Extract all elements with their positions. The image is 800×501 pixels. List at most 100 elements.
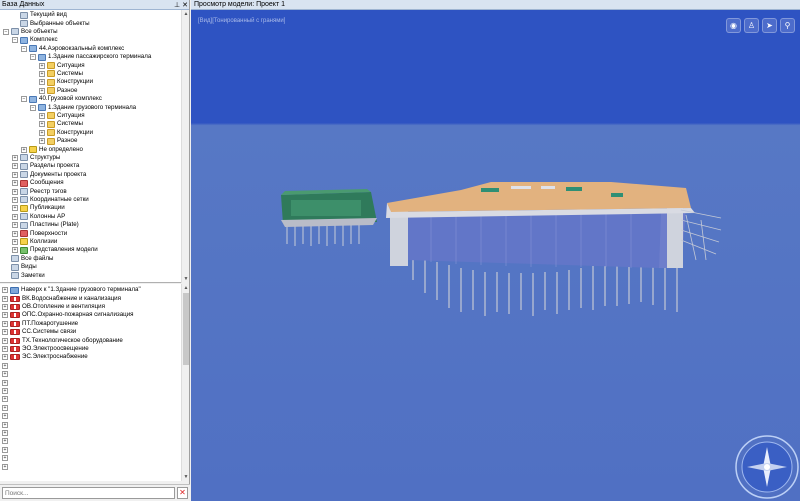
list-item[interactable]: + Наверх к "1.Здание грузового терминала" [2,286,141,294]
expand-icon[interactable]: + [2,455,8,462]
expand-icon[interactable]: + [39,112,45,119]
expand-icon[interactable]: + [2,421,8,428]
collapse-icon[interactable]: − [12,37,18,44]
3d-viewport[interactable]: [Вид][Тонированный с гранями] ◉ ♙ ➤ ⚲ [191,10,800,501]
tree-item[interactable]: Текущий вид [12,11,67,19]
expand-icon[interactable]: + [12,222,18,229]
tree-item[interactable]: − Все объекты [3,28,58,36]
tree-item[interactable]: + Сообщения [12,179,64,187]
empty-list-row[interactable]: + [2,454,10,462]
tree-item[interactable]: Все файлы [3,255,53,263]
empty-list-row[interactable]: + [2,420,10,428]
expand-icon[interactable]: + [2,371,8,378]
scroll-down-icon[interactable]: ▼ [182,275,190,283]
expand-icon[interactable]: + [2,446,8,453]
tree-item[interactable]: Виды [3,263,37,271]
expand-icon[interactable]: + [2,387,8,394]
expand-icon[interactable]: + [12,238,18,245]
tree-item[interactable]: + Структуры [12,154,60,162]
expand-icon[interactable]: + [2,287,8,294]
expand-icon[interactable]: + [12,180,18,187]
tree-item[interactable]: + Не определено [21,145,83,154]
expand-icon[interactable]: + [2,337,8,344]
expand-icon[interactable]: + [2,438,8,445]
expand-icon[interactable]: + [2,379,8,386]
tree-item[interactable]: + Пластины (Plate) [12,221,79,229]
tree-item[interactable]: + Системы [39,120,83,128]
expand-icon[interactable]: + [2,329,8,336]
expand-icon[interactable]: + [12,163,18,170]
empty-list-row[interactable]: + [2,462,10,470]
collapse-icon[interactable]: − [30,54,36,61]
empty-list-row[interactable]: + [2,429,10,437]
collapse-icon[interactable]: − [21,96,27,103]
expand-icon[interactable]: + [2,320,8,327]
list-item[interactable]: + ЭС.Электроснабжение [2,353,88,361]
search-input[interactable] [2,487,175,499]
expand-icon[interactable]: + [2,404,8,411]
pin-icon[interactable]: ⊥ [173,1,181,9]
tree-item[interactable]: + Системы [39,70,83,78]
clear-search-icon[interactable]: ✕ [177,487,188,499]
tree-item[interactable]: + Коллизии [12,238,57,246]
expand-icon[interactable]: + [39,87,45,94]
list-item[interactable]: + ЭО.Электроосвещение [2,345,89,353]
tree-item[interactable]: + Публикации [12,204,65,212]
empty-list-row[interactable]: + [2,387,10,395]
expand-icon[interactable]: + [12,196,18,203]
list-item[interactable]: + ВК.Водоснабжение и канализация [2,294,121,302]
tree-item[interactable]: + Разное [39,137,77,145]
expand-icon[interactable]: + [12,213,18,220]
expand-icon[interactable]: + [2,362,8,369]
expand-icon[interactable]: + [2,396,8,403]
expand-icon[interactable]: + [39,62,45,69]
expand-icon[interactable]: + [39,129,45,136]
passenger-terminal-model[interactable] [386,182,722,316]
expand-icon[interactable]: + [39,79,45,86]
expand-icon[interactable]: + [12,205,18,212]
close-icon[interactable]: ✕ [181,1,189,9]
empty-list-row[interactable]: + [2,378,10,386]
tree-item[interactable]: Выбранные объекты [12,19,90,28]
model-scene[interactable] [191,10,800,501]
expand-icon[interactable]: + [12,171,18,178]
cargo-terminal-model[interactable] [281,189,377,246]
empty-list-row[interactable]: + [2,362,10,370]
expand-icon[interactable]: + [12,154,18,161]
tree-item[interactable]: + Реестр тэгов [12,187,67,196]
tree-item[interactable]: + Конструкции [39,78,93,86]
tree-item[interactable]: + Координатные сетки [12,196,89,204]
tree-item[interactable]: + Документы проекта [12,171,86,179]
expand-icon[interactable]: + [2,354,8,361]
expand-icon[interactable]: + [2,413,8,420]
empty-list-row[interactable]: + [2,370,10,378]
empty-list-row[interactable]: + [2,437,10,445]
tree-item[interactable]: − 40.Грузовой комплекс [21,95,102,103]
scroll-up-icon[interactable]: ▲ [182,10,190,18]
list-item[interactable]: + ОВ.Отопление и вентиляция [2,303,105,311]
tree-item[interactable]: − Комплекс [12,36,58,44]
tree-item[interactable]: + Ситуация [39,61,85,70]
expand-icon[interactable]: + [21,146,27,153]
expand-icon[interactable]: + [2,429,8,436]
expand-icon[interactable]: + [12,247,18,254]
collapse-icon[interactable]: − [30,104,36,111]
tree-item[interactable]: + Представления модели [12,246,98,254]
expand-icon[interactable]: + [39,121,45,128]
expand-icon[interactable]: + [39,70,45,77]
tree-item[interactable]: + Конструкции [39,129,93,137]
tree-item[interactable]: − 44.Аэровокзальный комплекс [21,45,124,53]
empty-list-row[interactable]: + [2,446,10,454]
tree-scrollbar[interactable]: ▲ ▼ [181,10,189,283]
empty-list-row[interactable]: + [2,404,10,412]
expand-icon[interactable]: + [2,295,8,302]
scroll-thumb[interactable] [183,293,189,365]
expand-icon[interactable]: + [12,188,18,195]
tree-item[interactable]: + Разное [39,87,77,95]
tree-item[interactable]: − 1.Здание пассажирского терминала [30,53,151,61]
empty-list-row[interactable]: + [2,412,10,420]
expand-icon[interactable]: + [2,463,8,470]
compass-navigator[interactable] [735,435,799,499]
collapse-icon[interactable]: − [21,45,27,52]
tree-item[interactable]: + Ситуация [39,112,85,120]
